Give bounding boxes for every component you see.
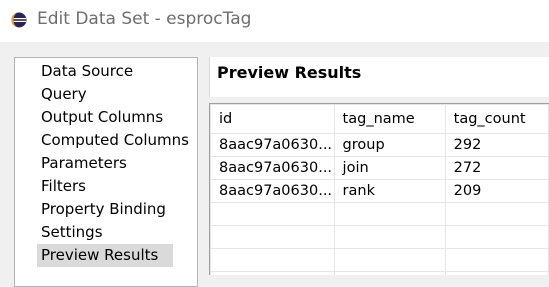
table-cell: 8aac97a0630...: [210, 156, 335, 180]
empty-cell: [210, 271, 335, 275]
empty-cell: [210, 248, 335, 272]
sidebar-item-data-source[interactable]: Data Source: [15, 60, 189, 83]
results-table: id tag_name tag_count 8aac97a0630... group 2…: [210, 104, 549, 275]
title-bar: Edit Data Set - esprocTag: [0, 0, 549, 42]
sidebar-item-label: Data Source: [41, 62, 134, 80]
sidebar-item-label: Output Columns: [41, 108, 164, 126]
empty-cell: [444, 225, 549, 249]
table-cell: rank: [333, 179, 446, 203]
sidebar-item-preview-results[interactable]: Preview Results: [15, 244, 189, 267]
dataset-nav-panel: Data Source Query Output Columns Computed C…: [14, 57, 198, 287]
table-header-row: id tag_name tag_count: [210, 104, 549, 134]
sidebar-item-filters[interactable]: Filters: [15, 175, 189, 198]
sidebar-item-parameters[interactable]: Parameters: [15, 152, 189, 175]
sidebar-item-label: Query: [41, 85, 87, 103]
empty-cell: [444, 248, 549, 272]
sidebar-item-label: Parameters: [41, 154, 127, 172]
table-cell: join: [333, 156, 446, 180]
empty-cell: [210, 202, 335, 226]
table-cell: 209: [444, 179, 549, 203]
sidebar-item-settings[interactable]: Settings: [15, 221, 189, 244]
sidebar-item-computed-columns[interactable]: Computed Columns: [15, 129, 189, 152]
sidebar-item-label: Computed Columns: [41, 131, 189, 149]
empty-row: [210, 202, 549, 226]
empty-cell: [333, 225, 446, 249]
empty-cell: [333, 271, 446, 275]
sidebar-item-property-binding[interactable]: Property Binding: [15, 198, 189, 221]
empty-cell: [444, 271, 549, 275]
empty-cell: [444, 202, 549, 226]
empty-cell: [333, 248, 446, 272]
sidebar-item-output-columns[interactable]: Output Columns: [15, 106, 189, 129]
empty-cell: [333, 202, 446, 226]
sidebar-item-label: Property Binding: [41, 200, 166, 218]
preview-header: Preview Results: [209, 57, 549, 97]
dataset-nav-list: Data Source Query Output Columns Computed C…: [15, 60, 189, 267]
table-row[interactable]: 8aac97a0630... rank 209: [210, 179, 549, 203]
table-cell: 8aac97a0630...: [210, 133, 335, 157]
preview-grid[interactable]: id tag_name tag_count 8aac97a0630... group 2…: [209, 103, 549, 275]
table-cell: group: [333, 133, 446, 157]
sidebar-item-label: Filters: [41, 177, 86, 195]
table-cell: 272: [444, 156, 549, 180]
sidebar-item-query[interactable]: Query: [15, 83, 189, 106]
empty-cell: [210, 225, 335, 249]
page-title: Preview Results: [217, 63, 362, 82]
column-header-tag-name[interactable]: tag_name: [333, 104, 446, 134]
empty-row: [210, 248, 549, 272]
column-header-tag-count[interactable]: tag_count: [444, 104, 549, 134]
sidebar-item-label: Settings: [41, 223, 103, 241]
empty-row: [210, 225, 549, 249]
empty-row: [210, 271, 549, 275]
table-row[interactable]: 8aac97a0630... join 272: [210, 156, 549, 180]
table-cell: 8aac97a0630...: [210, 179, 335, 203]
sidebar-item-label: Preview Results: [41, 246, 159, 264]
table-row[interactable]: 8aac97a0630... group 292: [210, 133, 549, 157]
eclipse-icon: [11, 12, 27, 28]
table-cell: 292: [444, 133, 549, 157]
window-title: Edit Data Set - esprocTag: [37, 9, 252, 29]
column-header-id[interactable]: id: [210, 104, 335, 134]
